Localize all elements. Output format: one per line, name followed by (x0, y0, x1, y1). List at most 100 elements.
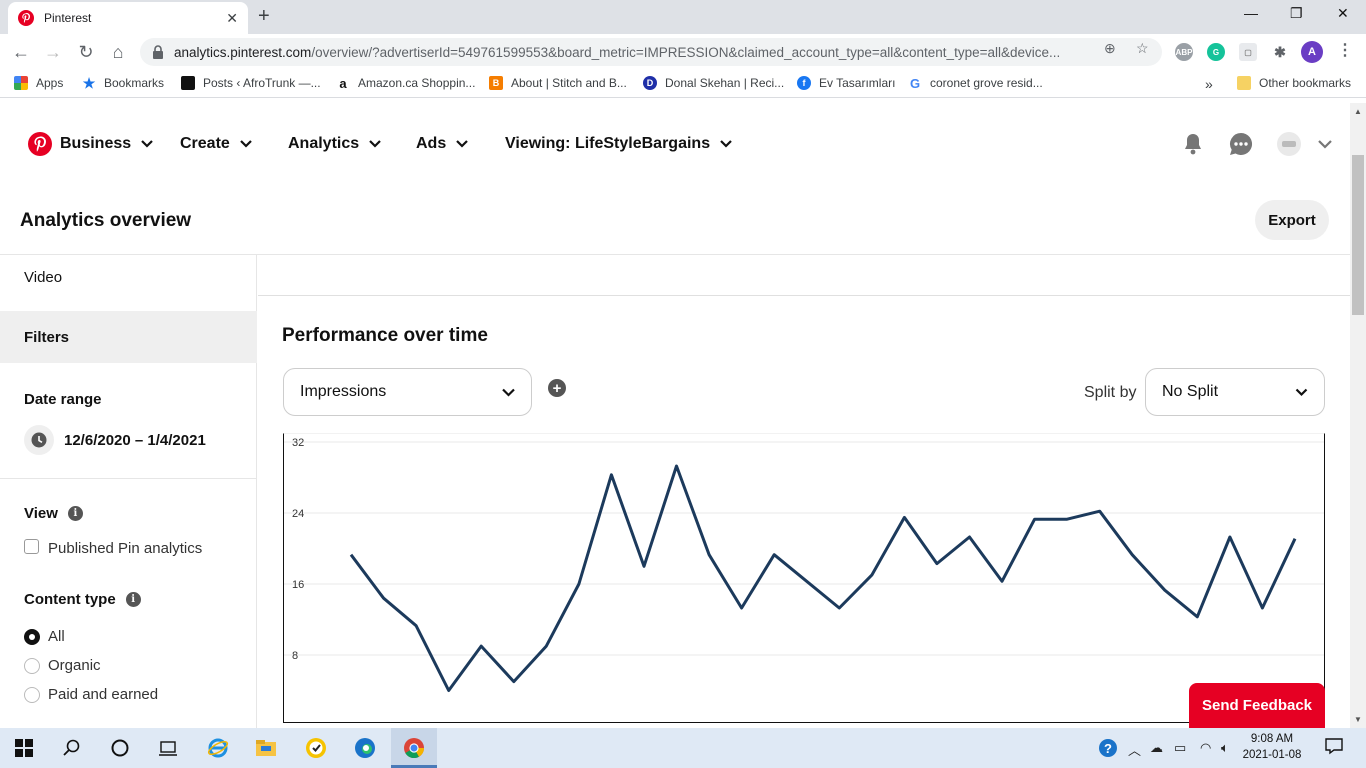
bookmark-star-icon[interactable]: ☆ (1136, 40, 1149, 57)
search-icon[interactable] (60, 736, 84, 760)
data-point[interactable] (348, 552, 354, 558)
bookmarks-overflow[interactable]: » (1205, 76, 1213, 92)
home-icon[interactable]: ⌂ (107, 41, 129, 63)
data-point[interactable] (706, 552, 712, 558)
info-icon[interactable]: i (125, 592, 141, 607)
notifications-bell-icon[interactable] (1180, 131, 1206, 157)
file-explorer-icon[interactable] (254, 736, 278, 760)
data-point[interactable] (999, 578, 1005, 584)
data-point[interactable] (1064, 516, 1070, 522)
export-button[interactable]: Export (1255, 200, 1329, 240)
data-point[interactable] (966, 534, 972, 540)
data-point[interactable] (543, 643, 549, 649)
data-point[interactable] (1227, 534, 1233, 540)
puzzle-extensions-icon[interactable]: ✱ (1271, 43, 1289, 61)
data-point[interactable] (1097, 508, 1103, 514)
restore-icon[interactable]: ❐ (1290, 5, 1303, 22)
battery-icon[interactable]: ▭ (1174, 740, 1186, 756)
adblock-extension-icon[interactable]: ABP (1175, 43, 1193, 61)
published-pin-checkbox[interactable]: Published Pin analytics (24, 539, 202, 557)
onedrive-cloud-icon[interactable]: ☁ (1150, 740, 1163, 756)
content-type-all-radio[interactable]: All (24, 628, 65, 645)
minimize-icon[interactable]: — (1244, 5, 1258, 21)
data-point[interactable] (576, 581, 582, 587)
account-menu-chevron-icon[interactable] (1316, 131, 1334, 157)
norton-icon[interactable] (304, 736, 328, 760)
data-point[interactable] (381, 595, 387, 601)
add-metric-icon[interactable]: + (548, 379, 566, 397)
pinterest-logo-icon[interactable] (28, 132, 52, 156)
data-point[interactable] (511, 679, 517, 685)
nav-viewing-account[interactable]: Viewing: LifeStyleBargains (505, 135, 732, 153)
radio-selected[interactable] (24, 628, 40, 645)
bookmark-ev-tasarimlari[interactable]: f Ev Tasarımları (797, 76, 895, 90)
data-point[interactable] (641, 563, 647, 569)
content-type-organic-radio[interactable]: Organic (24, 657, 101, 674)
cortana-icon[interactable] (108, 736, 132, 760)
help-icon[interactable]: ? (1098, 738, 1118, 761)
data-point[interactable] (739, 605, 745, 611)
scroll-down-icon[interactable]: ▼ (1354, 715, 1362, 724)
data-point[interactable] (674, 463, 680, 469)
data-point[interactable] (608, 472, 614, 478)
task-view-icon[interactable] (156, 736, 180, 760)
sidebar-item-video[interactable]: Video (24, 269, 62, 286)
notifications-center-icon[interactable] (1325, 737, 1343, 758)
bookmark-stitch[interactable]: B About | Stitch and B... (489, 76, 627, 90)
window-close-icon[interactable]: ✕ (1337, 5, 1349, 22)
browser-tab[interactable]: Pinterest ✕ (8, 2, 248, 34)
bookmark-amazon[interactable]: a Amazon.ca Shoppin... (336, 76, 475, 91)
bookmark-other[interactable]: Other bookmarks (1237, 76, 1351, 90)
internet-explorer-icon[interactable] (206, 736, 230, 760)
metric-select[interactable]: Impressions (283, 368, 532, 416)
bookmark-bookmarks[interactable]: ★ Bookmarks (82, 75, 164, 91)
data-point[interactable] (771, 552, 777, 558)
new-tab-icon[interactable]: + (258, 5, 270, 28)
radio-unselected[interactable] (24, 686, 40, 703)
data-point[interactable] (901, 514, 907, 520)
nav-business[interactable]: Business (60, 135, 153, 153)
grammarly-extension-icon[interactable]: G (1207, 43, 1225, 61)
content-type-paid-radio[interactable]: Paid and earned (24, 686, 158, 703)
bookmark-afrotrunk[interactable]: Posts ‹ AfroTrunk —... (181, 76, 321, 90)
back-icon[interactable]: ← (10, 41, 32, 63)
messages-icon[interactable] (1228, 131, 1254, 157)
reload-icon[interactable]: ↻ (75, 41, 97, 63)
split-select[interactable]: No Split (1145, 368, 1325, 416)
scroll-thumb[interactable] (1352, 155, 1364, 315)
data-point[interactable] (1259, 605, 1265, 611)
radio-unselected[interactable] (24, 657, 40, 674)
profile-avatar[interactable]: A (1301, 41, 1323, 63)
data-point[interactable] (1194, 614, 1200, 620)
send-feedback-button[interactable]: Send Feedback (1189, 683, 1325, 728)
impressions-series-line[interactable] (349, 464, 1297, 692)
tray-overflow-chevron-icon[interactable]: ︿ (1128, 740, 1141, 759)
data-point[interactable] (804, 578, 810, 584)
date-range-picker[interactable]: 12/6/2020 – 1/4/2021 (24, 425, 206, 455)
data-point[interactable] (478, 643, 484, 649)
bookmark-donal-skehan[interactable]: D Donal Skehan | Reci... (643, 76, 784, 90)
chrome-menu-icon[interactable]: ⋮ (1337, 40, 1353, 60)
data-point[interactable] (836, 605, 842, 611)
checkbox-box[interactable] (24, 539, 39, 554)
volume-icon[interactable]: 🔈︎ (1221, 740, 1229, 756)
bookmark-apps[interactable]: Apps (14, 76, 63, 90)
nav-create[interactable]: Create (180, 135, 252, 153)
address-bar[interactable]: analytics.pinterest.com/overview/?advert… (140, 38, 1162, 66)
data-point[interactable] (446, 688, 452, 694)
info-icon[interactable]: i (67, 506, 83, 521)
account-avatar[interactable] (1276, 131, 1302, 157)
data-point[interactable] (1032, 516, 1038, 522)
bookmark-coronet-grove[interactable]: Gcoronet grove resid... (908, 76, 1043, 91)
install-icon[interactable]: ⊕ (1104, 40, 1116, 57)
nav-analytics[interactable]: Analytics (288, 135, 381, 153)
nav-ads[interactable]: Ads (416, 135, 469, 153)
edge-icon[interactable] (353, 736, 377, 760)
scroll-up-icon[interactable]: ▲ (1354, 107, 1362, 116)
data-point[interactable] (413, 623, 419, 629)
page-scrollbar[interactable]: ▲ ▼ (1350, 103, 1366, 728)
data-point[interactable] (1129, 552, 1135, 558)
data-point[interactable] (934, 561, 940, 567)
windows-start-icon[interactable] (12, 736, 36, 760)
taskbar-clock[interactable]: 9:08 AM 2021-01-08 (1232, 731, 1312, 763)
